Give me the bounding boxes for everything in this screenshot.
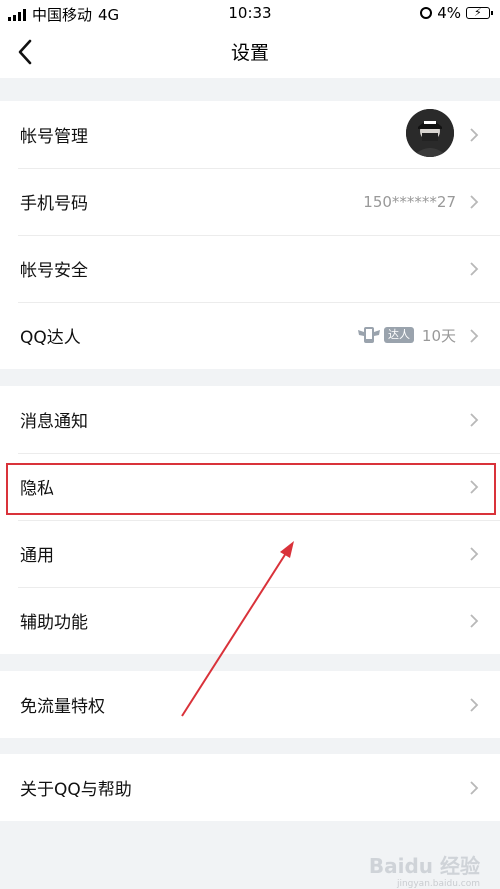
watermark-text: Baidu 经验 — [368, 854, 480, 878]
chevron-right-icon — [470, 479, 479, 494]
settings-item-notifications[interactable]: 消息通知 — [0, 386, 500, 453]
chevron-right-icon — [470, 546, 479, 561]
talent-days-value: 10天 — [421, 327, 456, 345]
settings-item-accessibility[interactable]: 辅助功能 — [0, 587, 500, 654]
settings-item-label: 帐号安全 — [20, 261, 88, 281]
battery-icon: ⚡ — [466, 6, 493, 19]
talent-tag: 达人 — [384, 327, 414, 343]
settings-item-about-help[interactable]: 关于QQ与帮助 — [0, 754, 500, 821]
settings-item-account-management[interactable]: 帐号管理 — [0, 101, 500, 168]
settings-item-label: 手机号码 — [20, 194, 88, 214]
settings-item-account-security[interactable]: 帐号安全 — [0, 235, 500, 302]
settings-item-label: 关于QQ与帮助 — [20, 780, 132, 800]
chevron-right-icon — [470, 127, 479, 142]
chevron-right-icon — [470, 613, 479, 628]
chevron-right-icon — [470, 697, 479, 712]
status-bar: 中国移动 4G 10:33 4% ⚡ — [0, 0, 500, 26]
chevron-right-icon — [470, 780, 479, 795]
settings-item-label: 通用 — [20, 546, 54, 566]
settings-item-label: 消息通知 — [20, 412, 88, 432]
chevron-right-icon — [470, 412, 479, 427]
settings-item-label: 免流量特权 — [20, 697, 105, 717]
settings-group-data-plan: 免流量特权 — [0, 671, 500, 738]
settings-group-account: 帐号管理 手机号码 150******27 帐号安全 QQ达人 达人 10天 — [0, 101, 500, 369]
chevron-right-icon — [470, 328, 479, 343]
baidu-watermark: Baidu 经验 jingyan.baidu.com — [368, 850, 480, 889]
watermark-url: jingyan.baidu.com — [396, 879, 480, 889]
settings-item-privacy[interactable]: 隐私 — [0, 453, 500, 520]
avatar — [406, 109, 454, 157]
rotation-lock-icon — [420, 7, 433, 19]
settings-group-general: 消息通知 隐私 通用 辅助功能 — [0, 386, 500, 654]
talent-badge: 达人 — [356, 324, 414, 346]
status-right: 4% ⚡ — [420, 4, 493, 22]
settings-item-label: 辅助功能 — [20, 613, 88, 633]
phone-number-value: 150******27 — [363, 192, 456, 211]
winged-phone-icon — [358, 327, 380, 343]
nav-bar: 设置 — [0, 26, 500, 78]
battery-percent: 4% — [437, 4, 461, 22]
settings-group-about: 关于QQ与帮助 — [0, 754, 500, 821]
settings-item-qq-talent[interactable]: QQ达人 达人 10天 — [0, 302, 500, 369]
settings-item-free-data[interactable]: 免流量特权 — [0, 671, 500, 738]
page-title: 设置 — [230, 42, 269, 64]
settings-item-general[interactable]: 通用 — [0, 520, 500, 587]
settings-item-label: QQ达人 — [20, 328, 81, 348]
settings-item-label: 隐私 — [20, 479, 54, 499]
chevron-right-icon — [470, 194, 479, 209]
settings-item-phone-number[interactable]: 手机号码 150******27 — [0, 168, 500, 235]
chevron-right-icon — [470, 261, 479, 276]
settings-item-label: 帐号管理 — [20, 127, 88, 147]
